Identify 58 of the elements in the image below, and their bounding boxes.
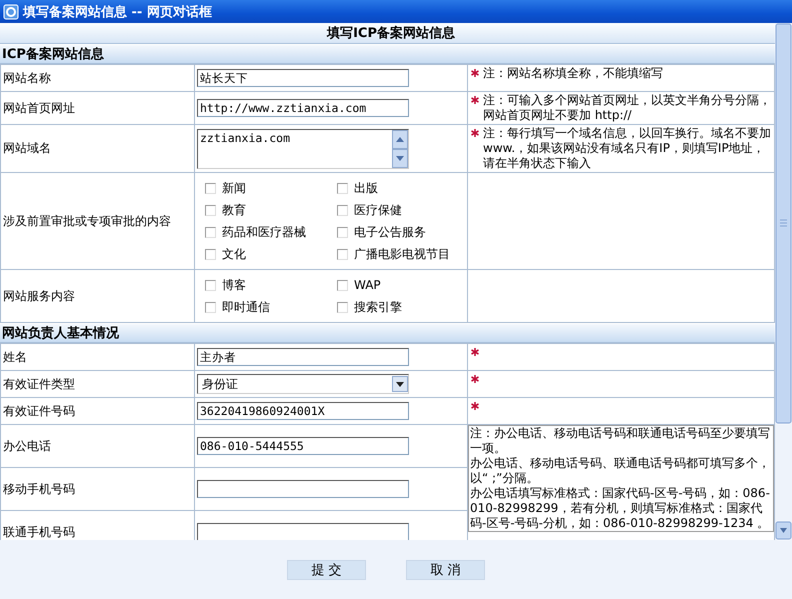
field-label: 网站名称 (0, 64, 194, 92)
checkbox-label: 文化 (222, 246, 246, 262)
field-note: 注：办公电话、移动电话号码和联通电话号码至少要填写一项。 (470, 426, 771, 456)
section-header: 网站负责人基本情况 (0, 323, 775, 343)
scrollbar-icon[interactable] (392, 130, 408, 168)
field-note: 注：网站名称填全称，不能填缩写 (483, 66, 663, 81)
checkbox[interactable] (205, 182, 216, 194)
text-area[interactable]: zztianxia.com (197, 128, 409, 168)
checkbox-label: 搜索引擎 (354, 298, 402, 316)
field-note: 注：每行填写一个域名信息，以回车换行。域名不要加 www.，如果该网站没有域名只有IP，则填写IP地址，请在半角状态下输入 (483, 126, 771, 171)
checkbox-label: 新闻 (222, 180, 246, 196)
checkbox[interactable] (205, 248, 216, 260)
checkbox[interactable] (337, 204, 348, 216)
scrollbar[interactable] (775, 23, 792, 540)
dialog-button[interactable]: 提 交 (287, 560, 366, 580)
field-label: 有效证件类型 (0, 370, 194, 398)
field-note: 办公电话、移动电话号码、联通电话号码都可填写多个，以“ ;”分隔。 (470, 456, 771, 486)
text-field[interactable]: 站长天下 (197, 69, 409, 87)
checkbox-label: 电子公告服务 (354, 224, 426, 240)
checkbox[interactable] (205, 226, 216, 238)
form-header: 填写ICP备案网站信息 (0, 23, 775, 44)
field-label: 网站域名 (0, 124, 194, 172)
checkbox-label: 医疗保健 (354, 202, 402, 218)
text-field[interactable]: 086-010-5444555 (197, 437, 409, 455)
field-note: 注：可输入多个网站首页网址，以英文半角分号分隔，网站首页网址不要加 http:// (483, 93, 771, 123)
section-header: ICP备案网站信息 (0, 44, 775, 64)
checkbox[interactable] (205, 280, 216, 290)
field-label: 网站首页网址 (0, 92, 194, 124)
field-note: 办公电话填写标准格式：国家代码-区号-号码，如：086-010-82998299，若有分机，则填写标准格式：国家代码-区号-号码-分机，如：086-010-82998299-1234 。 (470, 486, 771, 531)
text-field[interactable]: http://www.zztianxia.com (197, 99, 409, 117)
checkbox[interactable] (205, 302, 216, 312)
field-label: 有效证件号码 (0, 398, 194, 424)
dropdown[interactable]: 身份证 (197, 374, 409, 394)
text-field[interactable] (197, 480, 409, 498)
window-title: 填写备案网站信息 -- 网页对话框 (23, 4, 212, 20)
checkbox-label: 教育 (222, 202, 246, 218)
field-label: 涉及前置审批或专项审批的内容 (0, 172, 194, 270)
window-icon (3, 4, 19, 20)
checkbox-label: 药品和医疗器械 (222, 224, 306, 240)
dialog-button[interactable]: 取 消 (406, 560, 485, 580)
checkbox[interactable] (337, 280, 348, 290)
checkbox[interactable] (205, 204, 216, 216)
checkbox-label: WAP (354, 278, 381, 292)
checkbox[interactable] (337, 248, 348, 260)
field-label: 姓名 (0, 344, 194, 370)
checkbox-label: 即时通信 (222, 298, 270, 316)
checkbox[interactable] (337, 226, 348, 238)
text-field[interactable]: 主办者 (197, 348, 409, 366)
text-field[interactable]: 36220419860924001X (197, 402, 409, 420)
caret-icon[interactable] (392, 376, 408, 392)
checkbox-label: 博客 (222, 276, 246, 294)
checkbox-label: 出版 (354, 180, 378, 196)
field-label: 移动手机号码 (0, 468, 194, 510)
checkbox[interactable] (337, 302, 348, 312)
text-field[interactable] (197, 523, 409, 540)
checkbox[interactable] (337, 182, 348, 194)
checkbox-label: 广播电影电视节目 (354, 246, 450, 262)
field-label: 办公电话 (0, 424, 194, 468)
